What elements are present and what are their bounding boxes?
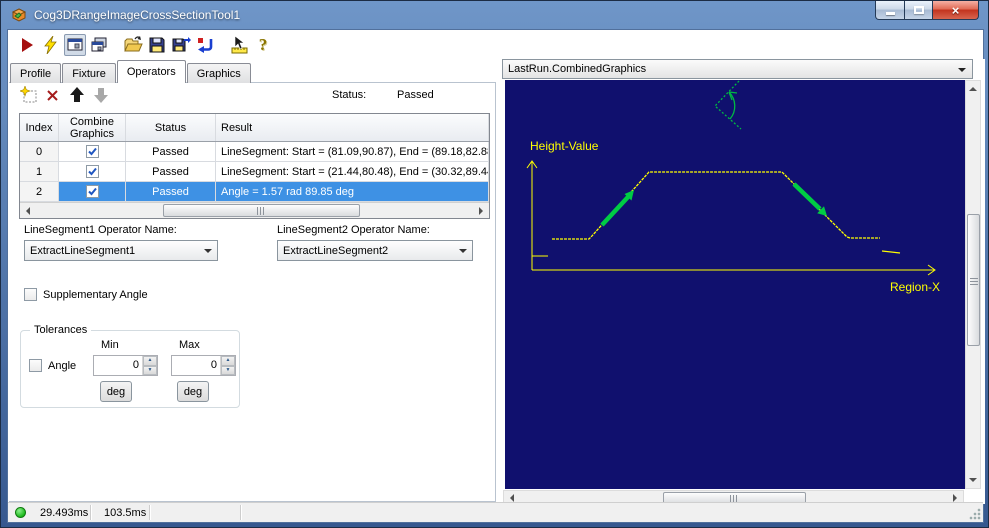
scroll-down-button[interactable] xyxy=(966,472,980,488)
table-row-selected[interactable]: 2 Passed Angle = 1.57 rad 89.85 deg xyxy=(20,182,489,202)
move-down-icon[interactable] xyxy=(92,86,110,104)
tab-fixture[interactable]: Fixture xyxy=(62,63,116,83)
chevron-down-icon xyxy=(459,249,467,257)
total-time-value: 103.5ms xyxy=(104,507,147,519)
record-selector-combobox[interactable]: LastRun.CombinedGraphics xyxy=(502,59,973,79)
scroll-right-button[interactable] xyxy=(473,203,489,218)
operators-toolbar: Status: Passed xyxy=(8,85,495,107)
column-header-status[interactable]: Status xyxy=(126,114,216,141)
max-label: Max xyxy=(179,339,200,351)
close-button[interactable]: × xyxy=(933,1,979,20)
spin-up-button[interactable]: ▲ xyxy=(143,356,157,366)
linesegment1-operator-combobox[interactable]: ExtractLineSegment1 xyxy=(24,240,218,261)
electric-run-icon[interactable] xyxy=(40,34,62,56)
status-value: Passed xyxy=(397,89,434,101)
show-result-window-icon[interactable] xyxy=(64,33,86,56)
right-arrow-icon xyxy=(479,206,487,215)
checkbox-box[interactable] xyxy=(24,288,37,301)
minimize-button[interactable] xyxy=(875,1,905,20)
run-time-value: 29.493ms xyxy=(40,507,89,519)
min-unit-button[interactable]: deg xyxy=(100,381,132,402)
window-title: Cog3DRangeImageCrossSectionTool1 xyxy=(34,8,241,22)
status-bar: 29.493ms 103.5ms xyxy=(8,502,983,522)
chevron-down-icon xyxy=(958,68,966,76)
tool-window: Cog3DRangeImageCrossSectionTool1 × ? Pro… xyxy=(0,0,989,528)
left-arrow-icon xyxy=(22,206,30,215)
window-content: ? Profile Fixture Operators Graphics Sta… xyxy=(7,29,985,523)
tab-profile[interactable]: Profile xyxy=(10,63,62,83)
graphics-display[interactable]: Height-Value Region-X xyxy=(505,80,965,489)
move-up-icon[interactable] xyxy=(68,86,86,104)
angle-indicator xyxy=(714,80,742,130)
minimize-icon xyxy=(885,11,895,15)
spin-down-button[interactable]: ▼ xyxy=(143,365,157,375)
save-as-file-icon[interactable] xyxy=(170,34,192,56)
graphics-vertical-scrollbar[interactable] xyxy=(965,80,981,489)
tab-strip: Profile Fixture Operators Graphics xyxy=(10,60,252,83)
profile-segment xyxy=(881,250,901,254)
open-file-icon[interactable] xyxy=(122,34,144,56)
chevron-down-icon xyxy=(204,249,212,257)
right-arrow-icon xyxy=(953,494,961,502)
maximize-icon xyxy=(913,6,924,14)
scroll-left-button[interactable] xyxy=(20,203,36,218)
combine-graphics-checkbox[interactable] xyxy=(85,145,99,158)
titlebar[interactable]: Cog3DRangeImageCrossSectionTool1 × xyxy=(1,1,988,29)
angle-max-spinner[interactable]: 0 ▲ ▼ xyxy=(171,355,236,376)
delete-operator-icon[interactable] xyxy=(44,86,62,104)
float-window-icon[interactable] xyxy=(88,34,110,56)
status-indicator-icon xyxy=(15,507,26,518)
reset-icon[interactable] xyxy=(194,34,216,56)
linesegment2-operator-combobox[interactable]: ExtractLineSegment2 xyxy=(277,240,473,261)
checkbox-box[interactable] xyxy=(29,359,42,372)
tab-operators[interactable]: Operators xyxy=(116,60,186,83)
angle-min-spinner[interactable]: 0 ▲ ▼ xyxy=(93,355,158,376)
add-operator-icon[interactable] xyxy=(20,86,38,104)
max-unit-button[interactable]: deg xyxy=(177,381,209,402)
spin-up-button[interactable]: ▲ xyxy=(221,356,235,366)
graphics-panel: LastRun.CombinedGraphics Height-Value Re… xyxy=(496,59,985,506)
linesegment1-arrow xyxy=(600,190,634,227)
combine-graphics-checkbox[interactable] xyxy=(85,165,99,178)
table-row[interactable]: 1 Passed LineSegment: Start = (21.44,80.… xyxy=(20,162,489,182)
operators-table: Index Combine Graphics Status Result 0 P… xyxy=(19,113,490,219)
status-label: Status: xyxy=(332,89,367,101)
up-arrow-icon xyxy=(969,83,977,91)
down-arrow-icon xyxy=(969,478,977,486)
linesegment2-operator-label: LineSegment2 Operator Name: xyxy=(277,224,430,236)
close-icon: × xyxy=(951,2,960,18)
linesegment2-arrow xyxy=(792,182,827,216)
plot-x-axis-label: Region-X xyxy=(890,280,940,294)
column-header-combine-graphics[interactable]: Combine Graphics xyxy=(59,114,126,141)
app-icon xyxy=(11,8,27,22)
column-header-result[interactable]: Result xyxy=(216,114,489,141)
combine-graphics-checkbox[interactable] xyxy=(85,185,99,198)
scrollbar-thumb[interactable] xyxy=(967,214,980,346)
column-header-index[interactable]: Index xyxy=(20,114,59,141)
supplementary-angle-checkbox[interactable]: Supplementary Angle xyxy=(24,288,148,301)
plot-y-axis-label: Height-Value xyxy=(530,139,599,153)
resize-grip[interactable] xyxy=(969,508,981,520)
save-file-icon[interactable] xyxy=(146,34,168,56)
spin-down-button[interactable]: ▼ xyxy=(221,365,235,375)
main-toolbar: ? xyxy=(8,30,983,59)
table-header: Index Combine Graphics Status Result xyxy=(20,114,489,142)
angle-tolerance-checkbox[interactable]: Angle xyxy=(29,359,76,372)
table-horizontal-scrollbar[interactable] xyxy=(20,202,489,218)
pointer-measure-icon[interactable] xyxy=(228,34,250,56)
min-label: Min xyxy=(101,339,119,351)
help-icon[interactable]: ? xyxy=(252,34,274,56)
tolerances-groupbox: Tolerances Min Max Angle 0 ▲ ▼ 0 ▲ ▼ deg… xyxy=(20,324,240,408)
tolerances-group-label: Tolerances xyxy=(30,324,92,336)
tab-graphics[interactable]: Graphics xyxy=(186,63,251,83)
linesegment1-operator-label: LineSegment1 Operator Name: xyxy=(24,224,177,236)
run-icon[interactable] xyxy=(16,34,38,56)
table-row[interactable]: 0 Passed LineSegment: Start = (81.09,90.… xyxy=(20,142,489,162)
profile-polyline xyxy=(552,171,880,240)
left-arrow-icon xyxy=(506,494,514,502)
maximize-button[interactable] xyxy=(905,1,933,20)
scroll-up-button[interactable] xyxy=(966,81,980,97)
scrollbar-thumb[interactable] xyxy=(163,204,360,217)
